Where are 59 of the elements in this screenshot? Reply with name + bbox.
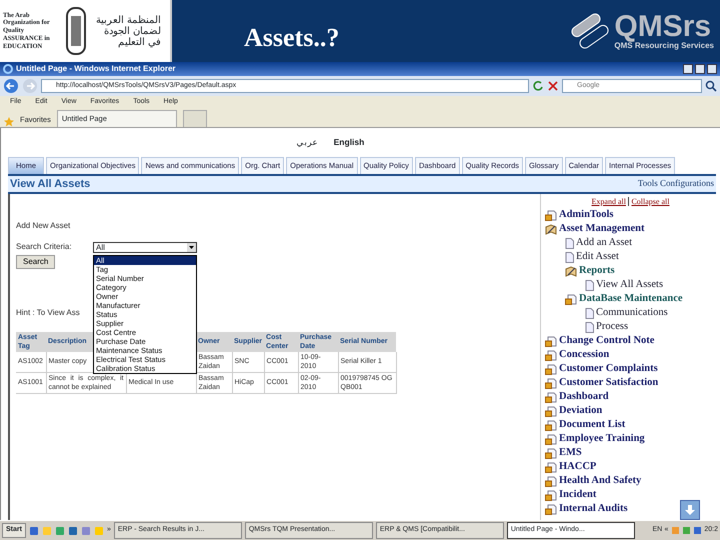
tree-item[interactable]: Internal Audits: [559, 501, 628, 517]
hint-text: Hint : To View Ass: [16, 307, 80, 320]
tree-item[interactable]: Health And Safety: [559, 473, 642, 489]
tree-item[interactable]: AdminTools: [559, 207, 614, 223]
window-title: Untitled Page - Windows Internet Explorer: [16, 63, 176, 75]
collapse-all-link[interactable]: Collapse all: [631, 197, 670, 206]
expand-all-link[interactable]: Expand all: [592, 197, 626, 206]
separator: [628, 197, 630, 206]
caret-icon: [187, 242, 196, 252]
search-icon[interactable]: [705, 80, 717, 92]
tree-item[interactable]: Customer Complaints: [559, 361, 658, 377]
tree-item[interactable]: Deviation: [559, 403, 602, 419]
app-icon[interactable]: [80, 526, 91, 536]
new-tab-button[interactable]: [182, 110, 207, 127]
star-icon: [4, 117, 14, 127]
scroll-down-button[interactable]: [680, 500, 700, 520]
tree-item[interactable]: Incident: [559, 487, 596, 503]
search-button[interactable]: Search: [16, 255, 56, 270]
tree-item[interactable]: Document List: [559, 417, 626, 433]
emblem-icon: [65, 6, 87, 56]
tree-item[interactable]: Concession: [559, 347, 610, 363]
section-title: View All Assets: [10, 176, 90, 192]
page-icon: [585, 308, 594, 318]
app-icon[interactable]: [68, 526, 78, 536]
tree-item[interactable]: Dashboard: [559, 389, 609, 405]
tree-item[interactable]: Employee Training: [559, 431, 645, 447]
tree-item[interactable]: Customer Satisfaction: [559, 375, 658, 391]
tree-item[interactable]: Asset Management: [559, 221, 644, 237]
page-icon: [565, 252, 574, 262]
refresh-icon[interactable]: [532, 80, 544, 92]
tree-item[interactable]: DataBase Maintenance: [579, 291, 683, 307]
page-icon: [565, 238, 574, 248]
language-link[interactable]: English: [334, 136, 364, 148]
tree-item[interactable]: Change Control Note: [559, 333, 654, 349]
brand-name: QMSrs: [614, 12, 712, 42]
back-icon[interactable]: [3, 78, 19, 94]
browser-icon: [3, 64, 13, 74]
tree-item[interactable]: Add an Asset: [576, 235, 632, 251]
configurations-link[interactable]: Tools Configurations: [638, 177, 714, 191]
brand-tagline: QMS Resourcing Services: [614, 42, 714, 50]
add-asset-link[interactable]: Add New Asset: [16, 220, 540, 232]
tree-item[interactable]: EMS: [559, 445, 582, 461]
page-icon: [585, 280, 594, 290]
app-icon[interactable]: [54, 526, 65, 536]
tree-item[interactable]: Communications: [596, 305, 668, 321]
criteria-dropdown[interactable]: All: [93, 242, 197, 252]
page-icon: [585, 322, 594, 332]
app-icon[interactable]: [28, 526, 39, 536]
down-arrow-icon: [684, 504, 696, 516]
tree-item[interactable]: Edit Asset: [576, 249, 619, 265]
logo-icon: [570, 11, 610, 51]
slide-title: Assets..?: [244, 22, 340, 54]
tree-item[interactable]: Process: [596, 319, 628, 335]
logo-text: المنظمة العربية لضمان الجودة في التعليم: [95, 14, 161, 48]
tree-item[interactable]: View All Assets: [596, 277, 664, 293]
search-label: Search Criteria:: [16, 241, 73, 253]
tree-item[interactable]: HACCP: [559, 459, 596, 475]
language-link[interactable]: عربي: [296, 136, 318, 148]
tree-item[interactable]: Reports: [579, 263, 615, 279]
